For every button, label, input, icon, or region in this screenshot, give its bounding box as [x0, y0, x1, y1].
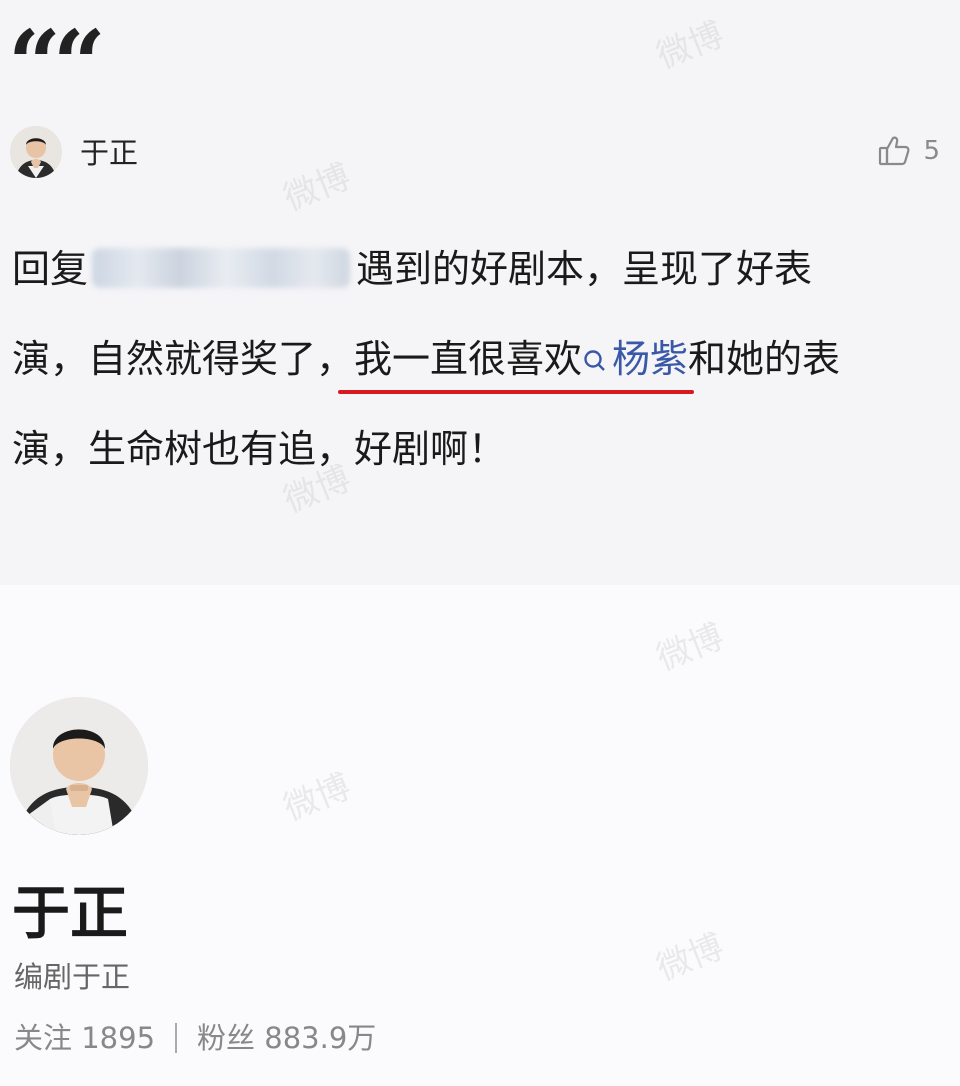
- profile-description: 编剧于正: [14, 960, 131, 994]
- mention-link[interactable]: 杨紫: [582, 337, 688, 381]
- profile-card: [0, 585, 960, 1086]
- avatar[interactable]: [10, 126, 62, 178]
- like-count: 5: [923, 136, 940, 166]
- search-icon: [584, 350, 605, 371]
- reply-prefix: 回复: [12, 247, 89, 291]
- comment-line-1: 回复 遇到的好剧本，呈现了好表: [12, 247, 813, 291]
- like-button[interactable]: 5: [877, 134, 940, 168]
- profile-stats: 关注 1895 粉丝 883.9万: [14, 1015, 376, 1057]
- follow-stat[interactable]: 关注 1895: [14, 1021, 155, 1055]
- author-name[interactable]: 于正: [80, 130, 138, 172]
- comment-line-3: 演，生命树也有追，好剧啊！: [12, 427, 507, 471]
- quote-icon: ““: [8, 10, 106, 118]
- profile-avatar[interactable]: [10, 697, 148, 835]
- comment-text: 回复 遇到的好剧本，呈现了好表 演，自然就得奖了，我一直很喜欢 杨紫和她的表 演，生…: [12, 224, 948, 494]
- blurred-username: [92, 248, 351, 288]
- fans-stat[interactable]: 粉丝 883.9万: [197, 1021, 376, 1055]
- divider: [175, 1023, 178, 1053]
- thumbs-up-icon: [879, 136, 910, 166]
- comment-line-2: 演，自然就得奖了，我一直很喜欢 杨紫和她的表: [12, 314, 948, 404]
- profile-name: 于正: [12, 879, 129, 947]
- highlight-underline: 我一直很喜欢 杨紫: [338, 314, 695, 404]
